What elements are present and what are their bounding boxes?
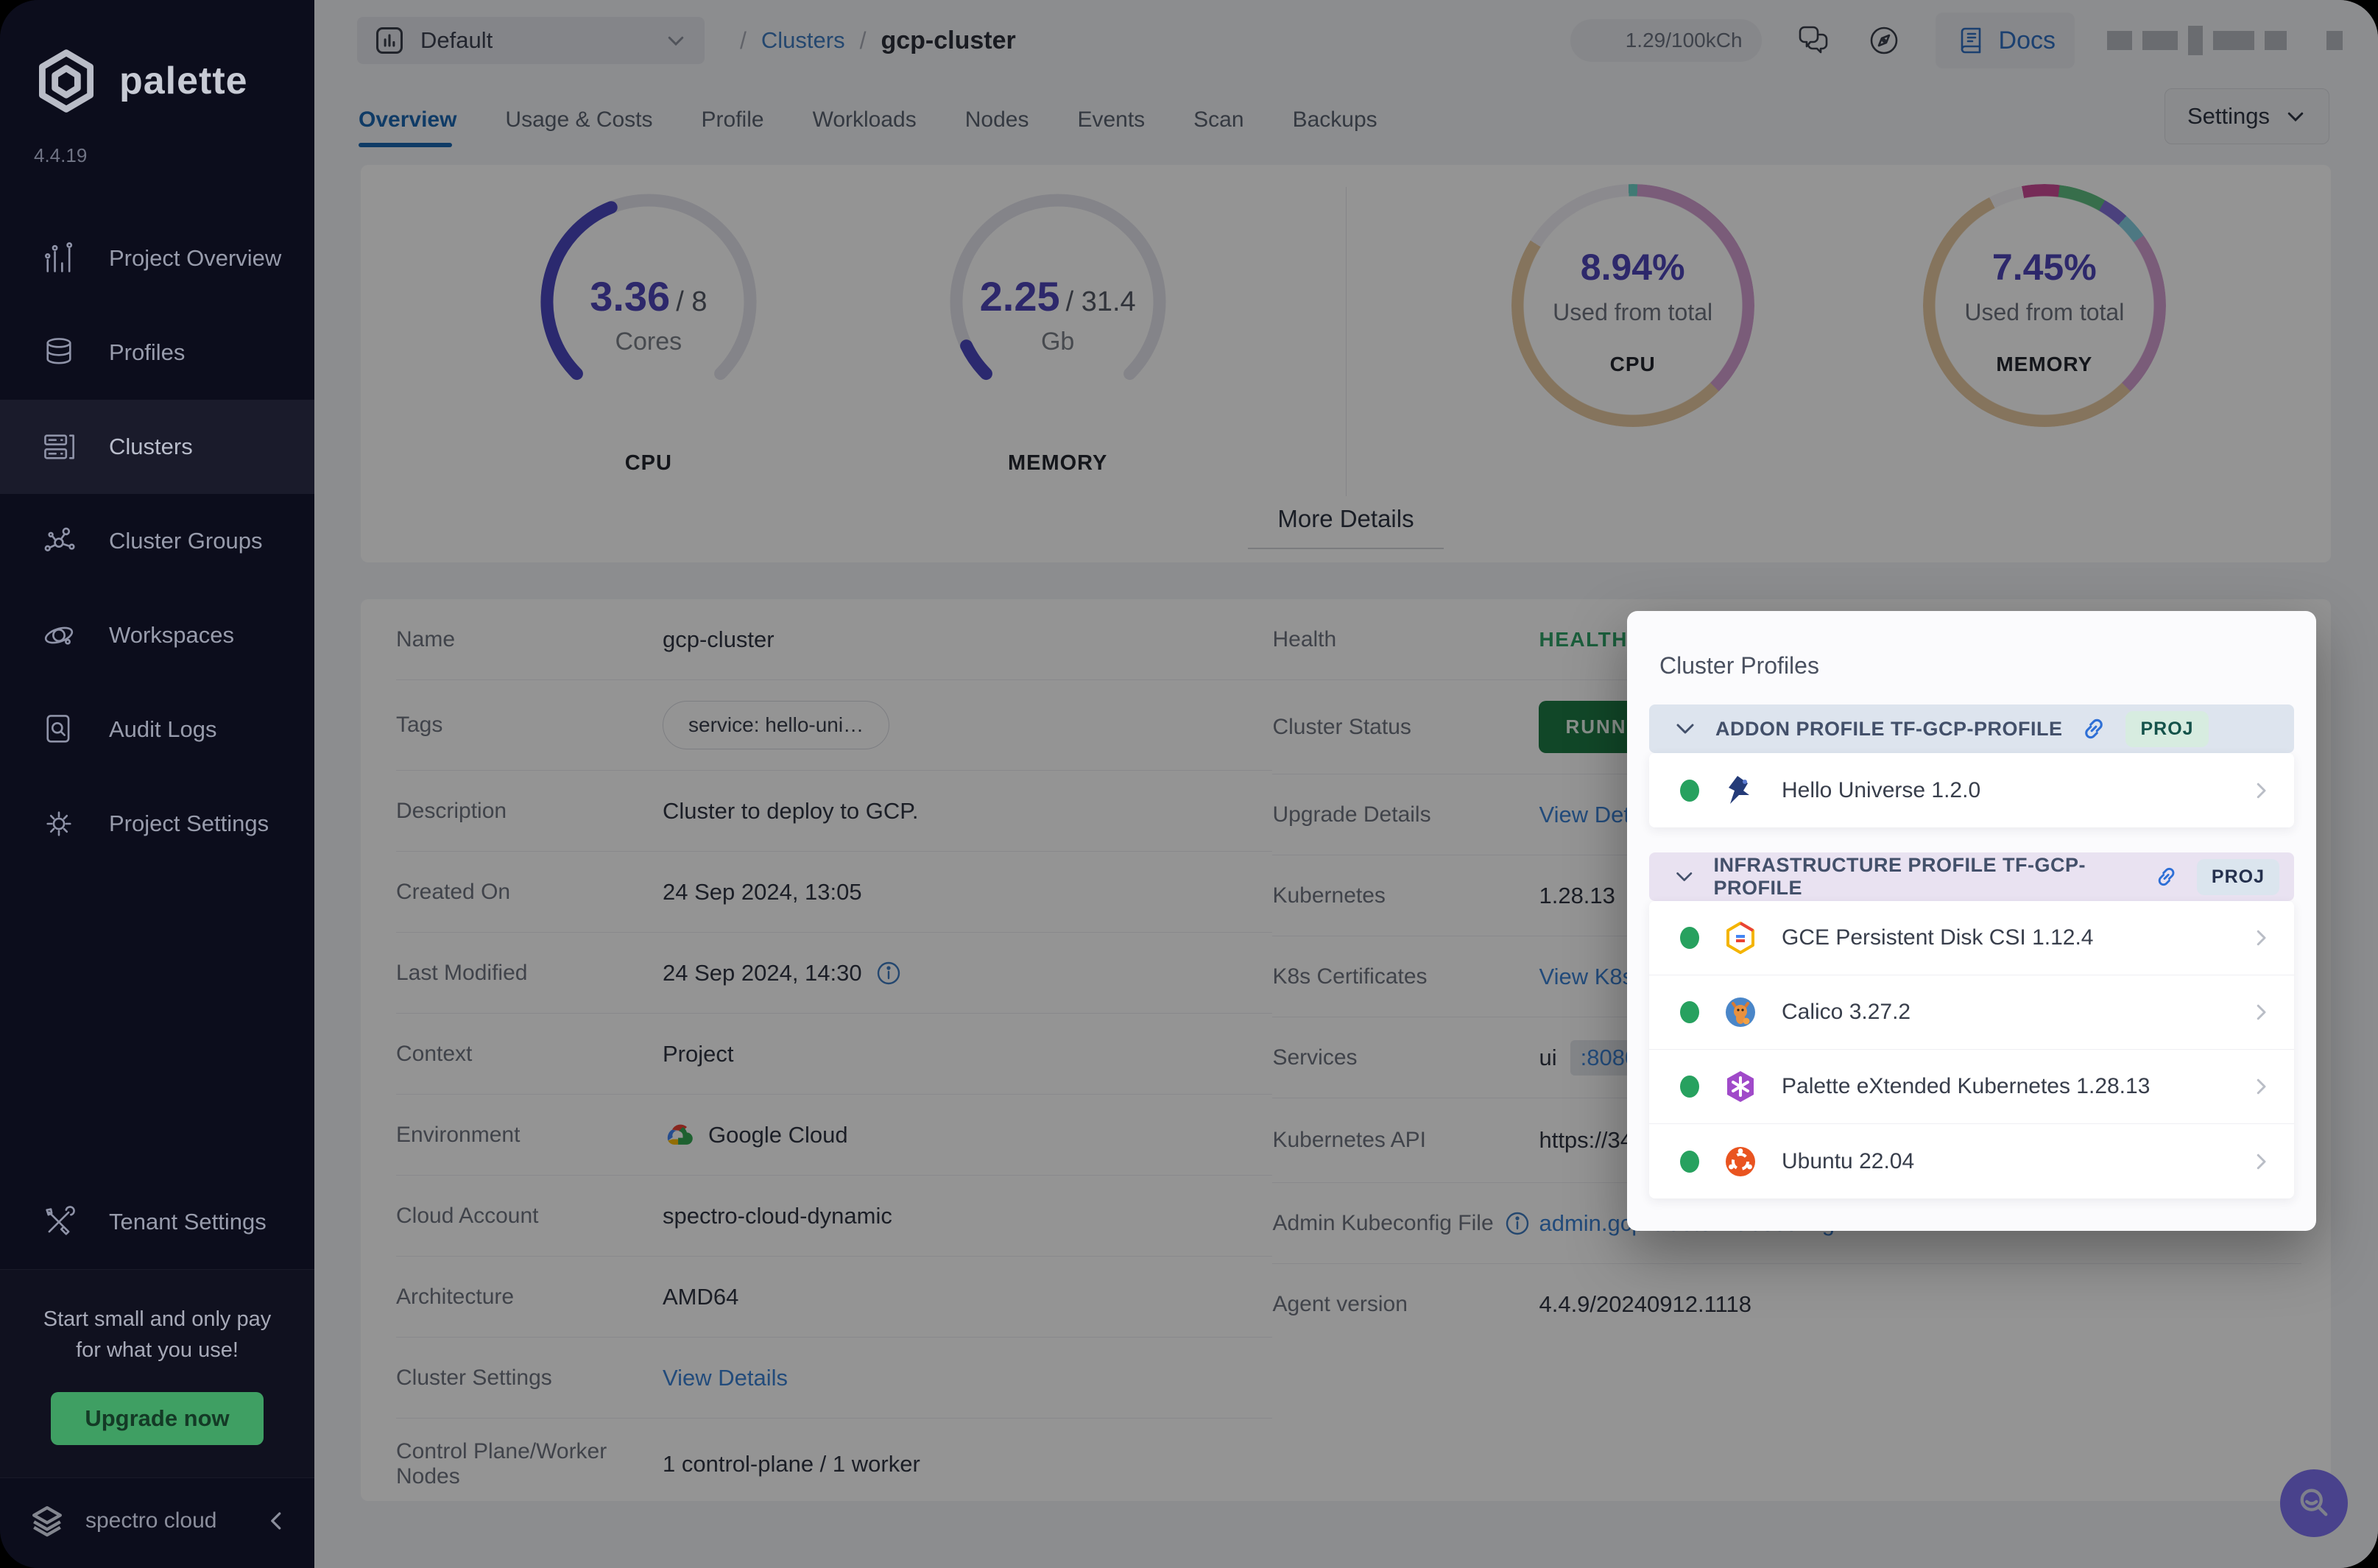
link-icon — [2081, 716, 2106, 741]
sidebar-item-label: Cluster Groups — [109, 528, 262, 554]
layer-status-dot — [1680, 1151, 1699, 1173]
sidebar-item-label: Project Settings — [109, 811, 269, 837]
chevron-right-icon — [2250, 780, 2272, 802]
bar-chart-icon — [41, 241, 77, 276]
brand-header: palette — [0, 0, 314, 115]
chevron-right-icon — [2250, 1001, 2272, 1023]
hello-universe-icon — [1723, 773, 1758, 808]
sidebar-item-workspaces[interactable]: Workspaces — [0, 588, 314, 682]
sidebar-item-label: Audit Logs — [109, 716, 217, 743]
footer-brand-name: spectro cloud — [85, 1508, 216, 1533]
addon-profile-layers: Hello Universe 1.2.0 — [1649, 753, 2294, 827]
sidebar-item-audit-logs[interactable]: Audit Logs — [0, 682, 314, 777]
sidebar: palette 4.4.19 Project Overview Profiles — [0, 0, 314, 1568]
layer-name: Palette eXtended Kubernetes 1.28.13 — [1782, 1074, 2150, 1099]
app-version: 4.4.19 — [0, 115, 314, 167]
promo-text: Start small and only pay for what you us… — [22, 1304, 292, 1366]
cluster-groups-icon — [41, 523, 77, 559]
sidebar-item-label: Project Overview — [109, 245, 281, 272]
layer-status-dot — [1680, 780, 1699, 802]
brand-name: palette — [119, 59, 248, 103]
sidebar-item-label: Profiles — [109, 339, 185, 366]
sidebar-item-label: Tenant Settings — [109, 1209, 267, 1235]
infra-profile-layers: GCE Persistent Disk CSI 1.12.4 Calico 3.… — [1649, 901, 2294, 1198]
sidebar-bottom: Tenant Settings Start small and only pay… — [0, 1175, 314, 1568]
audit-logs-icon — [41, 712, 77, 747]
sidebar-footer: spectro cloud — [0, 1477, 314, 1568]
layer-name: Calico 3.27.2 — [1782, 1000, 1910, 1025]
layer-name: Hello Universe 1.2.0 — [1782, 778, 1980, 803]
sidebar-item-profiles[interactable]: Profiles — [0, 306, 314, 400]
sidebar-item-project-overview[interactable]: Project Overview — [0, 211, 314, 306]
layer-status-dot — [1680, 1001, 1699, 1023]
layer-name: GCE Persistent Disk CSI 1.12.4 — [1782, 925, 2094, 950]
layer-row-gce-disk-csi[interactable]: GCE Persistent Disk CSI 1.12.4 — [1649, 901, 2294, 975]
chevron-down-icon — [1674, 866, 1694, 888]
addon-profile-section-header[interactable]: ADDON PROFILE TF-GCP-PROFILE PROJ — [1649, 704, 2294, 753]
panel-title: Cluster Profiles — [1649, 652, 2294, 679]
scope-badge: PROJ — [2197, 859, 2279, 895]
layer-row-ubuntu[interactable]: Ubuntu 22.04 — [1649, 1124, 2294, 1198]
calico-icon — [1723, 995, 1758, 1030]
tools-icon — [41, 1204, 77, 1240]
link-icon — [2155, 864, 2178, 889]
collapse-sidebar-icon[interactable] — [266, 1510, 288, 1532]
upgrade-promo: Start small and only pay for what you us… — [0, 1269, 314, 1477]
ubuntu-icon — [1723, 1144, 1758, 1179]
layer-name: Ubuntu 22.04 — [1782, 1149, 1914, 1174]
palette-extended-kubernetes-icon — [1723, 1069, 1758, 1104]
sidebar-item-label: Clusters — [109, 434, 193, 460]
chevron-down-icon — [1674, 718, 1696, 740]
sidebar-item-project-settings[interactable]: Project Settings — [0, 777, 314, 871]
layers-stack-icon — [41, 335, 77, 370]
chevron-right-icon — [2250, 927, 2272, 949]
sidebar-item-clusters[interactable]: Clusters — [0, 400, 314, 494]
scope-badge: PROJ — [2125, 711, 2208, 747]
upgrade-now-button[interactable]: Upgrade now — [51, 1392, 263, 1445]
sidebar-item-tenant-settings[interactable]: Tenant Settings — [0, 1175, 314, 1269]
addon-profile-name: ADDON PROFILE TF-GCP-PROFILE — [1715, 718, 2062, 741]
clusters-icon — [41, 429, 77, 465]
chevron-right-icon — [2250, 1076, 2272, 1098]
spectro-cloud-logo-icon — [27, 1500, 68, 1541]
gce-persistent-disk-icon — [1723, 920, 1758, 956]
sidebar-item-label: Workspaces — [109, 622, 234, 649]
layer-row-palette-extended-kubernetes[interactable]: Palette eXtended Kubernetes 1.28.13 — [1649, 1050, 2294, 1124]
gear-icon — [41, 806, 77, 841]
layer-row-hello-universe[interactable]: Hello Universe 1.2.0 — [1649, 753, 2294, 827]
chevron-right-icon — [2250, 1151, 2272, 1173]
sidebar-nav: Project Overview Profiles Clusters — [0, 211, 314, 871]
app-window: palette 4.4.19 Project Overview Profiles — [0, 0, 2378, 1568]
layer-row-calico[interactable]: Calico 3.27.2 — [1649, 975, 2294, 1050]
content-area: Default / Clusters / gcp-cluster 1.29/10… — [314, 0, 2378, 1568]
layer-status-dot — [1680, 1076, 1699, 1098]
infra-profile-section-header[interactable]: INFRASTRUCTURE PROFILE TF-GCP-PROFILE PR… — [1649, 852, 2294, 901]
workspaces-icon — [41, 618, 77, 653]
infra-profile-name: INFRASTRUCTURE PROFILE TF-GCP-PROFILE — [1713, 854, 2135, 900]
layer-status-dot — [1680, 927, 1699, 949]
palette-logo-icon — [32, 47, 100, 115]
cluster-profiles-panel: Cluster Profiles ADDON PROFILE TF-GCP-PR… — [1627, 611, 2316, 1231]
sidebar-item-cluster-groups[interactable]: Cluster Groups — [0, 494, 314, 588]
